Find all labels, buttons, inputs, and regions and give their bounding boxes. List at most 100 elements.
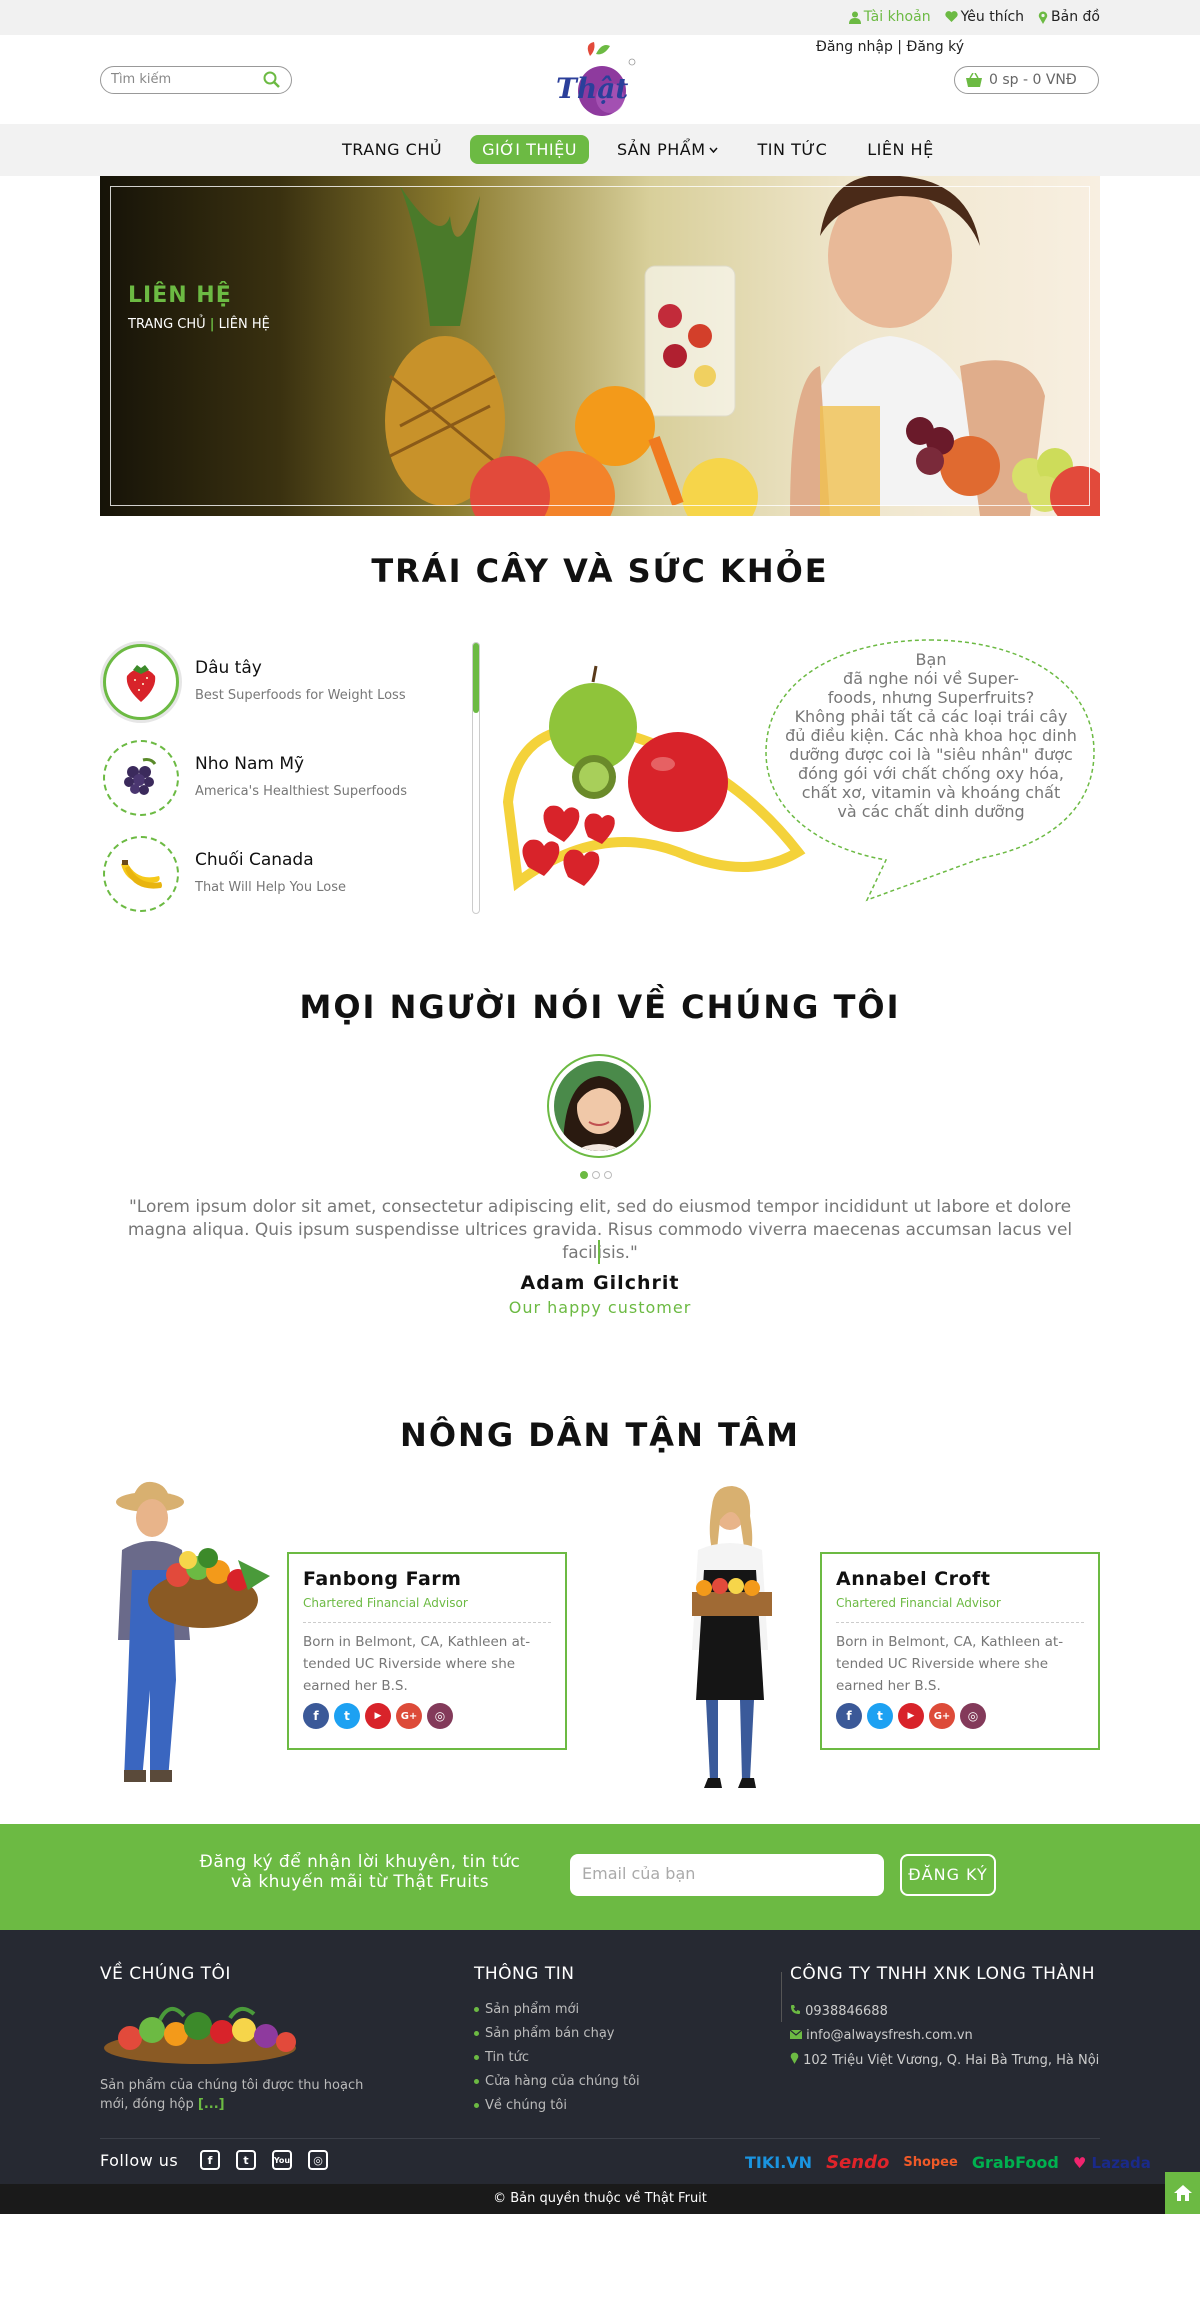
footer-link[interactable]: Cửa hàng của chúng tôi xyxy=(474,2074,640,2089)
map-pin-icon xyxy=(1038,11,1048,24)
grape-icon xyxy=(103,740,179,816)
fruit-name: Nho Nam Mỹ xyxy=(195,754,305,774)
testimonial-quote: "Lorem ipsum dolor sit amet, consectetur… xyxy=(127,1197,1073,1263)
login-register-link[interactable]: Đăng nhập | Đăng ký xyxy=(816,39,964,55)
sendo-logo[interactable]: Sendo xyxy=(826,2152,889,2173)
facebook-icon[interactable]: f xyxy=(200,2150,220,2170)
top-links: Tài khoản Yêu thích Bản đồ xyxy=(848,9,1100,25)
favorites-label: Yêu thích xyxy=(960,9,1025,25)
newsletter-email-input[interactable]: Email của bạn xyxy=(570,1854,884,1896)
heart-icon xyxy=(944,11,958,22)
carousel-dot[interactable] xyxy=(592,1171,600,1179)
home-button[interactable] xyxy=(1165,2172,1200,2214)
fruit-list-scrollbar[interactable] xyxy=(472,642,480,914)
farmer-bio: Born in Belmont, CA, Kathleen at-tended … xyxy=(836,1634,1064,1694)
footer: VỀ CHÚNG TÔI Sản phẩm của chúng tôi được… xyxy=(0,1930,1200,2184)
footer-link[interactable]: Tin tức xyxy=(474,2050,529,2065)
fruit-desc: America's Healthiest Superfoods xyxy=(195,784,407,799)
banana-icon xyxy=(103,836,179,912)
logo-text: Thật xyxy=(556,72,628,105)
nav-contact[interactable]: LIÊN HỆ xyxy=(855,135,945,164)
nav-products-label: SẢN PHẨM xyxy=(616,140,706,159)
fruit-desc: Best Superfoods for Weight Loss xyxy=(195,688,406,703)
twitter-icon[interactable]: t xyxy=(334,1703,360,1729)
carousel-dot[interactable] xyxy=(604,1171,612,1179)
instagram-icon[interactable]: ◎ xyxy=(960,1703,986,1729)
avatar xyxy=(547,1054,651,1158)
twitter-icon[interactable]: t xyxy=(867,1703,893,1729)
chevron-down-icon xyxy=(708,147,718,153)
subscribe-button[interactable]: ĐĂNG KÝ xyxy=(900,1854,996,1896)
vegetables-image xyxy=(104,2006,296,2064)
scrollbar-thumb[interactable] xyxy=(473,643,479,713)
phone-icon xyxy=(791,2005,800,2014)
read-more-link[interactable]: [...] xyxy=(198,2097,225,2112)
health-section-title: TRÁI CÂY VÀ SỨC KHỎE xyxy=(371,552,829,590)
list-item[interactable]: Dâu tây Best Superfoods for Weight Loss xyxy=(100,640,480,736)
map-link[interactable]: Bản đồ xyxy=(1038,9,1100,25)
bubble-text: Bạn đã nghe nói về Super- foods, nhưng S… xyxy=(785,650,1077,821)
farmer-card: Annabel Croft Chartered Financial Adviso… xyxy=(820,1552,1100,1750)
testimonial-section-title: MỌI NGƯỜI NÓI VỀ CHÚNG TÔI xyxy=(299,988,901,1026)
follow-us-label: Follow us xyxy=(100,2151,179,2170)
main-nav: TRANG CHỦ GIỚI THIỆU SẢN PHẨM TIN TỨC LI… xyxy=(0,124,1200,176)
strawberry-icon xyxy=(103,644,179,720)
instagram-icon[interactable]: ◎ xyxy=(308,2150,328,2170)
testimonial-role: Our happy customer xyxy=(508,1298,692,1317)
favorites-link[interactable]: Yêu thích xyxy=(944,9,1025,25)
divider xyxy=(781,1972,782,2022)
google-plus-icon[interactable]: G+ xyxy=(929,1703,955,1729)
about-text: Sản phẩm của chúng tôi được thu hoạch mớ… xyxy=(100,2078,364,2112)
site-logo[interactable]: Thật xyxy=(550,36,640,124)
breadcrumb-separator: | xyxy=(209,317,215,332)
google-plus-icon[interactable]: G+ xyxy=(396,1703,422,1729)
breadcrumb-home[interactable]: TRANG CHỦ xyxy=(128,317,206,332)
footer-link[interactable]: Sản phẩm mới xyxy=(474,2002,579,2017)
tiki-logo[interactable]: TIKI.VN xyxy=(745,2153,812,2172)
newsletter-bar: Đăng ký để nhận lời khuyên, tin tức và k… xyxy=(0,1824,1200,1930)
carousel-dot[interactable] xyxy=(580,1171,588,1179)
nav-about[interactable]: GIỚI THIỆU xyxy=(470,135,589,164)
nav-home[interactable]: TRANG CHỦ xyxy=(330,135,454,164)
cart-button[interactable]: 0 sp - 0 VNĐ xyxy=(954,66,1099,94)
footer-address: 102 Triệu Việt Vương, Q. Hai Bà Trưng, H… xyxy=(790,2052,1099,2068)
list-item[interactable]: Nho Nam Mỹ America's Healthiest Superfoo… xyxy=(100,736,480,832)
footer-about-title: VỀ CHÚNG TÔI xyxy=(100,1964,231,1984)
hero-title: LIÊN HỆ xyxy=(128,283,232,308)
map-label: Bản đồ xyxy=(1051,9,1100,25)
farmer-role: Chartered Financial Advisor xyxy=(836,1596,1084,1623)
footer-info-title: THÔNG TIN xyxy=(474,1964,575,1984)
farmer-woman-image xyxy=(692,1486,772,1788)
facebook-icon[interactable]: f xyxy=(303,1703,329,1729)
twitter-icon[interactable]: t xyxy=(236,2150,256,2170)
facebook-icon[interactable]: f xyxy=(836,1703,862,1729)
hero-frame xyxy=(110,186,1090,506)
youtube-icon[interactable]: ▶ xyxy=(898,1703,924,1729)
farmer-man-image xyxy=(116,1481,270,1782)
footer-phone[interactable]: 0938846688 xyxy=(790,2004,888,2019)
footer-social-links: f t You ◎ xyxy=(200,2150,328,2170)
breadcrumb: TRANG CHỦ | LIÊN HỆ xyxy=(128,317,270,332)
fruit-desc: That Will Help You Lose xyxy=(195,880,346,895)
farmers-section-title: NÔNG DÂN TẬN TÂM xyxy=(400,1416,800,1454)
shopee-logo[interactable]: Shopee xyxy=(903,2155,958,2170)
instagram-icon[interactable]: ◎ xyxy=(427,1703,453,1729)
search-icon[interactable] xyxy=(263,71,281,89)
cart-label: 0 sp - 0 VNĐ xyxy=(989,72,1077,88)
social-links: f t ▶ G+ ◎ xyxy=(836,1703,1084,1729)
youtube-icon[interactable]: You xyxy=(272,2150,292,2170)
search-placeholder[interactable]: Tìm kiếm xyxy=(111,72,171,87)
nav-news[interactable]: TIN TỨC xyxy=(746,135,840,164)
footer-email[interactable]: info@alwaysfresh.com.vn xyxy=(789,2028,973,2043)
nav-products[interactable]: SẢN PHẨM xyxy=(605,135,730,164)
footer-link[interactable]: Sản phẩm bán chạy xyxy=(474,2026,614,2041)
basket-icon xyxy=(966,72,982,87)
footer-link[interactable]: Về chúng tôi xyxy=(474,2098,567,2113)
speech-bubble: Bạn đã nghe nói về Super- foods, nhưng S… xyxy=(762,634,1098,904)
youtube-icon[interactable]: ▶ xyxy=(365,1703,391,1729)
lazada-logo[interactable]: ♥ Lazada xyxy=(1073,2154,1151,2172)
account-link[interactable]: Tài khoản xyxy=(848,9,931,25)
grabfood-logo[interactable]: GrabFood xyxy=(972,2153,1059,2172)
search-box[interactable]: Tìm kiếm xyxy=(100,66,292,94)
list-item[interactable]: Chuối Canada That Will Help You Lose xyxy=(100,832,480,928)
